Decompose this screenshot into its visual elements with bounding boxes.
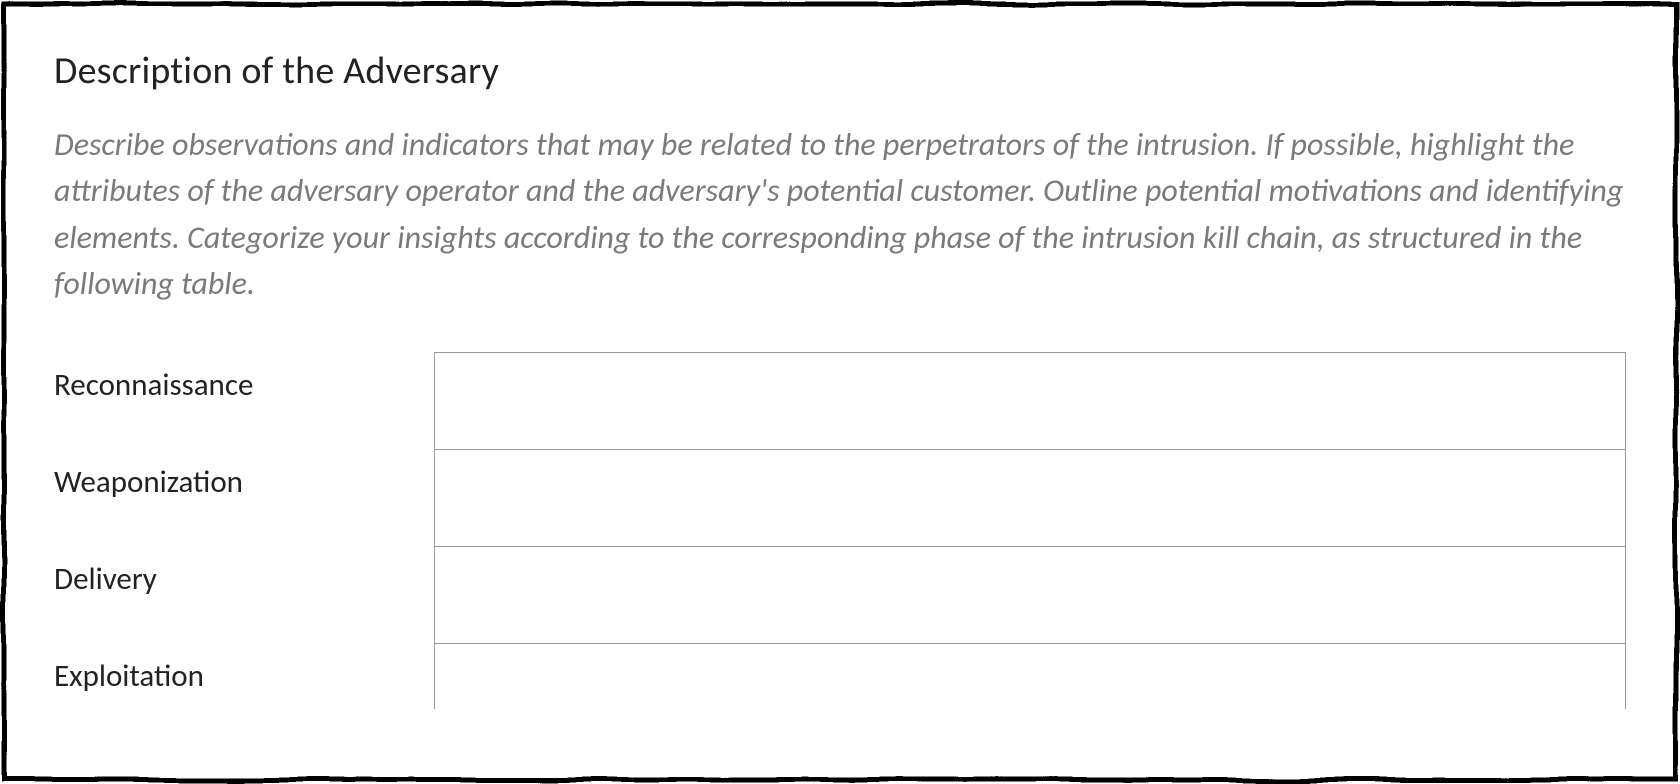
phase-label-exploitation: Exploitation (54, 643, 434, 709)
section-instruction: Describe observations and indicators tha… (54, 122, 1626, 308)
table-row: Reconnaissance (54, 352, 1626, 449)
phase-input-cell (434, 546, 1626, 643)
kill-chain-table: Reconnaissance Weaponization Delivery Ex… (54, 352, 1626, 710)
phase-label-weaponization: Weaponization (54, 449, 434, 546)
phase-input-cell (434, 449, 1626, 546)
phase-label-delivery: Delivery (54, 546, 434, 643)
phase-input-delivery[interactable] (435, 547, 1626, 643)
phase-input-exploitation[interactable] (435, 644, 1626, 710)
table-row: Exploitation (54, 643, 1626, 709)
phase-input-cell (434, 352, 1626, 449)
phase-label-reconnaissance: Reconnaissance (54, 352, 434, 449)
phase-input-cell (434, 643, 1626, 709)
phase-input-reconnaissance[interactable] (435, 353, 1626, 449)
phase-input-weaponization[interactable] (435, 450, 1626, 546)
document-page: Description of the Adversary Describe ob… (0, 0, 1680, 784)
table-row: Delivery (54, 546, 1626, 643)
table-row: Weaponization (54, 449, 1626, 546)
section-title: Description of the Adversary (54, 48, 1626, 94)
